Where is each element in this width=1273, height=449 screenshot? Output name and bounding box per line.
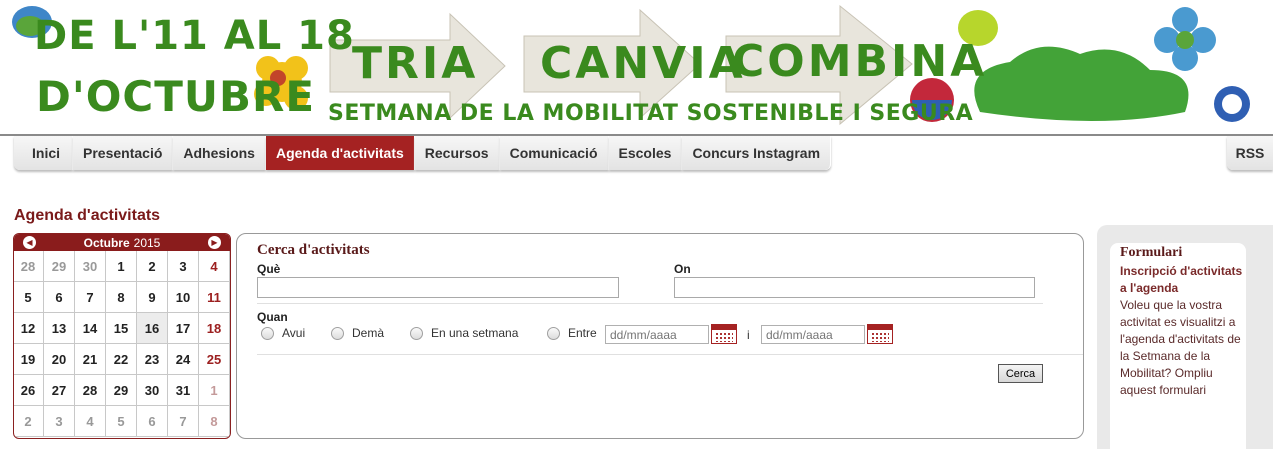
nav-item-comunicacio[interactable]: Comunicació <box>499 136 609 170</box>
calendar-day[interactable]: 2 <box>137 251 168 282</box>
calendar-day[interactable]: 8 <box>199 406 230 437</box>
search-panel: Cerca d'activitats Què On Quan Avui Demà… <box>236 233 1084 439</box>
radio-setmana-label: En una setmana <box>431 326 519 340</box>
calendar-day[interactable]: 4 <box>199 251 230 282</box>
option-dema: Demà <box>331 326 384 340</box>
nav-item-agenda[interactable]: Agenda d'activitats <box>265 136 415 170</box>
next-month-icon[interactable]: ▶ <box>208 236 221 249</box>
banner-word-canvia: CANVIA <box>540 38 746 89</box>
calendar-day[interactable]: 4 <box>75 406 106 437</box>
calendar-day[interactable]: 2 <box>14 406 44 437</box>
date-to-input[interactable] <box>761 325 865 344</box>
banner-word-combina: COMBINA <box>732 36 988 87</box>
calendar-day[interactable]: 30 <box>137 375 168 406</box>
date-from-input[interactable] <box>605 325 709 344</box>
banner-dates-line1: DE L'11 AL 18 <box>34 13 355 59</box>
main-nav: Inici Presentació Adhesions Agenda d'act… <box>14 136 832 170</box>
calendar-day[interactable]: 31 <box>168 375 199 406</box>
calendar-icon[interactable] <box>867 324 893 344</box>
nav-item-inici[interactable]: Inici <box>14 136 74 170</box>
nav-item-escoles[interactable]: Escoles <box>608 136 683 170</box>
form-panel: Formulari Inscripció d'activitats a l'ag… <box>1110 243 1246 449</box>
option-entre: Entre <box>547 326 597 340</box>
calendar-day[interactable]: 5 <box>14 282 44 313</box>
option-avui: Avui <box>261 326 305 340</box>
nav-item-recursos[interactable]: Recursos <box>414 136 500 170</box>
calendar-day[interactable]: 7 <box>168 406 199 437</box>
banner-dates-line2: D'OCTUBRE <box>36 72 316 121</box>
prev-month-icon[interactable]: ◀ <box>23 236 36 249</box>
and-label: i <box>747 328 750 342</box>
calendar-day[interactable]: 14 <box>75 313 106 344</box>
calendar-grid: 28 29 30 1 2 3 4 5 6 7 8 9 10 11 12 13 14 15 16 17 18 19 20 21 2… <box>14 251 230 437</box>
calendar-day[interactable]: 25 <box>199 344 230 375</box>
calendar-day[interactable]: 26 <box>14 375 44 406</box>
calendar-day[interactable]: 8 <box>106 282 137 313</box>
calendar-day[interactable]: 24 <box>168 344 199 375</box>
calendar-day[interactable]: 3 <box>168 251 199 282</box>
calendar-day[interactable]: 30 <box>75 251 106 282</box>
quan-label: Quan <box>257 310 288 324</box>
search-button[interactable]: Cerca <box>998 364 1043 383</box>
search-title: Cerca d'activitats <box>257 242 370 258</box>
calendar-day[interactable]: 18 <box>199 313 230 344</box>
calendar: ◀ Octubre 2015 ▶ 28 29 30 1 2 3 4 5 6 7 8 9 10 11 12 13… <box>13 233 231 439</box>
calendar-day[interactable]: 1 <box>106 251 137 282</box>
radio-dema-label: Demà <box>352 326 385 340</box>
que-input[interactable] <box>257 277 619 298</box>
calendar-day[interactable]: 28 <box>75 375 106 406</box>
calendar-day[interactable]: 27 <box>44 375 75 406</box>
calendar-day[interactable]: 17 <box>168 313 199 344</box>
calendar-day[interactable]: 6 <box>137 406 168 437</box>
banner-subtitle: SETMANA DE LA MOBILITAT SOSTENIBLE I SEG… <box>328 101 974 126</box>
calendar-day[interactable]: 16 <box>137 313 168 344</box>
radio-setmana[interactable] <box>410 326 423 340</box>
rss-link[interactable]: RSS <box>1227 136 1273 170</box>
radio-avui[interactable] <box>261 326 274 340</box>
search-divider-2 <box>257 354 1083 355</box>
radio-entre[interactable] <box>547 326 560 340</box>
calendar-month: Octubre <box>83 235 130 250</box>
calendar-day[interactable]: 19 <box>14 344 44 375</box>
calendar-day[interactable]: 29 <box>106 375 137 406</box>
on-label: On <box>674 262 691 276</box>
calendar-year: 2015 <box>133 235 161 250</box>
calendar-day[interactable]: 13 <box>44 313 75 344</box>
calendar-header: ◀ Octubre 2015 ▶ <box>14 234 230 251</box>
calendar-day[interactable]: 1 <box>199 375 230 406</box>
calendar-day[interactable]: 22 <box>106 344 137 375</box>
calendar-day[interactable]: 11 <box>199 282 230 313</box>
nav-item-presentacio[interactable]: Presentació <box>73 136 174 170</box>
calendar-day[interactable]: 7 <box>75 282 106 313</box>
calendar-day[interactable]: 23 <box>137 344 168 375</box>
calendar-day[interactable]: 29 <box>44 251 75 282</box>
option-setmana: En una setmana <box>410 326 518 340</box>
calendar-day[interactable]: 21 <box>75 344 106 375</box>
calendar-day[interactable]: 3 <box>44 406 75 437</box>
sidebar-box: Formulari Inscripció d'activitats a l'ag… <box>1097 225 1273 449</box>
header-banner: DE L'11 AL 18 D'OCTUBRE TRIA CANVIA COMB… <box>0 0 1273 133</box>
form-link[interactable]: Inscripció d'activitats a l'agenda <box>1120 263 1246 297</box>
radio-avui-label: Avui <box>282 326 306 340</box>
nav-item-concurs-instagram[interactable]: Concurs Instagram <box>682 136 832 170</box>
calendar-day[interactable]: 28 <box>14 251 44 282</box>
calendar-day[interactable]: 15 <box>106 313 137 344</box>
form-title: Formulari <box>1120 245 1183 260</box>
calendar-day[interactable]: 20 <box>44 344 75 375</box>
page-title: Agenda d'activitats <box>14 207 161 224</box>
search-divider-1 <box>257 303 1043 304</box>
calendar-day[interactable]: 12 <box>14 313 44 344</box>
calendar-day[interactable]: 6 <box>44 282 75 313</box>
banner-word-tria: TRIA <box>352 38 479 89</box>
calendar-icon[interactable] <box>711 324 737 344</box>
radio-entre-label: Entre <box>568 326 597 340</box>
calendar-day[interactable]: 5 <box>106 406 137 437</box>
calendar-day[interactable]: 10 <box>168 282 199 313</box>
on-input[interactable] <box>674 277 1035 298</box>
nav-item-adhesions[interactable]: Adhesions <box>173 136 266 170</box>
que-label: Què <box>257 262 281 276</box>
form-description: Voleu que la vostra activitat es visuali… <box>1120 298 1241 397</box>
calendar-day[interactable]: 9 <box>137 282 168 313</box>
radio-dema[interactable] <box>331 326 344 340</box>
